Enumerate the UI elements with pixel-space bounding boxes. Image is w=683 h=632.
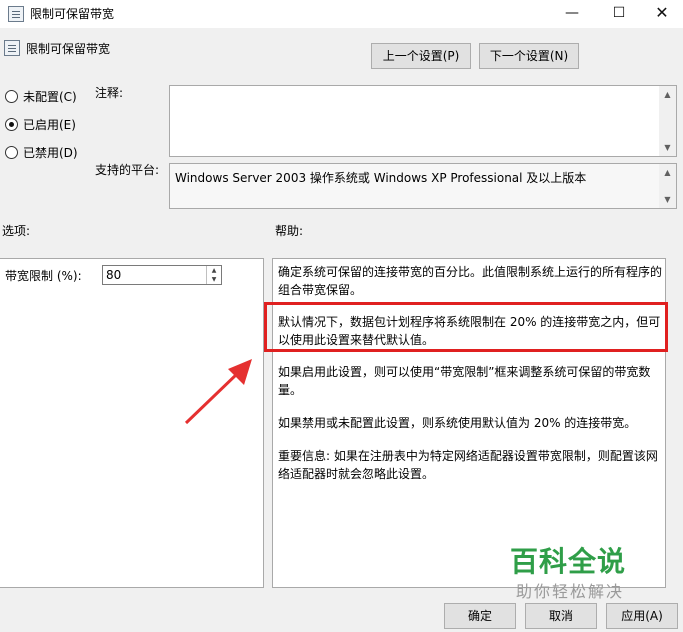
- previous-setting-button[interactable]: 上一个设置(P): [371, 43, 471, 69]
- radio-circle[interactable]: [5, 145, 18, 159]
- supported-on-scrollbar[interactable]: ▲ ▼: [659, 164, 676, 208]
- spin-arrows[interactable]: ▲ ▼: [206, 266, 221, 284]
- apply-button[interactable]: 应用(A): [606, 603, 678, 629]
- comment-textarea[interactable]: ▲ ▼: [169, 85, 677, 157]
- annotation-arrow-icon: [184, 359, 252, 425]
- next-setting-button[interactable]: 下一个设置(N): [479, 43, 579, 69]
- help-paragraph: 重要信息: 如果在注册表中为特定网络适配器设置带宽限制，则配置该网络适配器时就会…: [278, 449, 658, 481]
- radio-label: 已启用(E): [23, 117, 76, 132]
- scroll-down-icon[interactable]: ▼: [659, 139, 676, 156]
- watermark: 百科全说 助你轻松解决: [486, 534, 656, 604]
- cancel-button[interactable]: 取消: [525, 603, 597, 629]
- watermark-subtitle: 助你轻松解决: [516, 582, 625, 601]
- comment-scrollbar[interactable]: ▲ ▼: [659, 86, 676, 156]
- policy-app-icon: [8, 6, 24, 22]
- help-paragraph: 如果禁用或未配置此设置，则系统使用默认值为 20% 的连接带宽。: [278, 416, 637, 430]
- spin-up-icon[interactable]: ▲: [207, 266, 221, 275]
- help-paragraph: 确定系统可保留的连接带宽的百分比。此值限制系统上运行的所有程序的组合带宽保留。: [278, 265, 663, 297]
- policy-name: 限制可保留带宽: [26, 42, 111, 56]
- scroll-down-icon[interactable]: ▼: [659, 191, 676, 208]
- close-button[interactable]: ✕: [639, 0, 683, 28]
- radio-circle[interactable]: [5, 89, 18, 103]
- radio-label: 未配置(C): [23, 89, 77, 104]
- watermark-title: 百科全说: [510, 545, 627, 578]
- title-bar: 限制可保留带宽 — ☐ ✕: [0, 0, 683, 28]
- policy-setting-icon: [4, 40, 20, 56]
- supported-on-label: 支持的平台:: [95, 163, 160, 177]
- bandwidth-limit-value[interactable]: 80: [106, 268, 121, 282]
- bandwidth-limit-spinbox[interactable]: 80 ▲ ▼: [102, 265, 222, 285]
- ok-button[interactable]: 确定: [444, 603, 516, 629]
- radio-label: 已禁用(D): [23, 145, 78, 160]
- spin-down-icon[interactable]: ▼: [207, 275, 221, 284]
- window-title: 限制可保留带宽: [30, 7, 115, 21]
- help-paragraph: 如果启用此设置，则可以使用“带宽限制”框来调整系统可保留的带宽数量。: [278, 365, 651, 397]
- radio-enabled[interactable]: 已启用(E): [5, 115, 76, 133]
- scroll-up-icon[interactable]: ▲: [659, 164, 676, 181]
- comment-label: 注释:: [95, 86, 124, 100]
- scroll-up-icon[interactable]: ▲: [659, 86, 676, 103]
- radio-circle[interactable]: [5, 117, 18, 131]
- supported-on-field: Windows Server 2003 操作系统或 Windows XP Pro…: [169, 163, 677, 209]
- help-heading: 帮助:: [275, 224, 304, 238]
- options-heading: 选项:: [2, 224, 31, 238]
- radio-not-configured[interactable]: 未配置(C): [5, 87, 77, 105]
- supported-on-value: Windows Server 2003 操作系统或 Windows XP Pro…: [175, 171, 587, 185]
- radio-disabled[interactable]: 已禁用(D): [5, 143, 78, 161]
- highlight-box: [264, 302, 668, 352]
- maximize-button[interactable]: ☐: [596, 0, 642, 28]
- minimize-button[interactable]: —: [549, 0, 595, 28]
- bandwidth-limit-label: 带宽限制 (%):: [5, 269, 82, 283]
